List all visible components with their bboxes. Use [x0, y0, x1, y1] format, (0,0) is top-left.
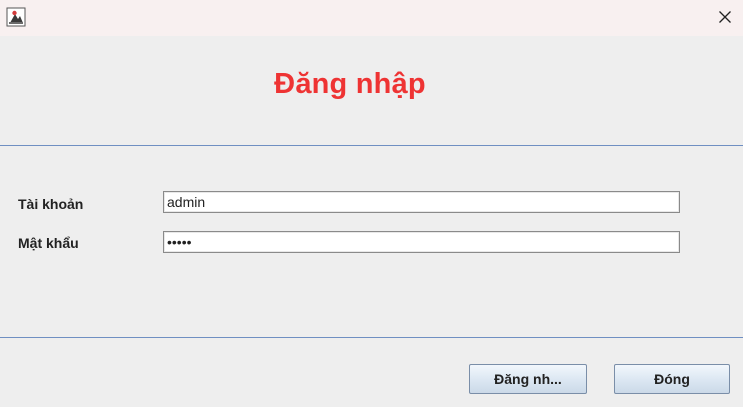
login-button[interactable]: Đăng nh...	[469, 364, 587, 394]
password-input[interactable]	[163, 231, 680, 253]
java-app-icon	[6, 7, 26, 27]
title-bar	[0, 0, 743, 36]
username-input[interactable]	[163, 191, 680, 213]
password-label: Mật khẩu	[18, 235, 79, 251]
top-separator	[0, 145, 743, 146]
login-heading: Đăng nhập	[274, 68, 426, 100]
bottom-separator	[0, 337, 743, 338]
close-icon[interactable]	[706, 0, 743, 34]
close-button[interactable]: Đóng	[614, 364, 730, 394]
username-label: Tài khoản	[18, 196, 84, 212]
login-dialog: Đăng nhập Tài khoản Mật khẩu Đăng nh... …	[0, 0, 743, 407]
